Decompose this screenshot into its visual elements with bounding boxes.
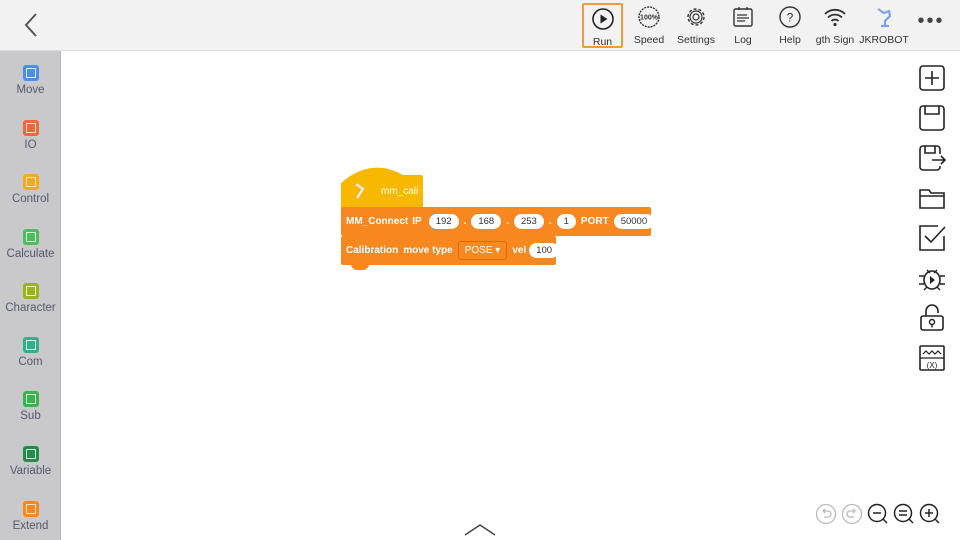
sidebar-label: Character <box>5 302 56 314</box>
wifi-icon <box>824 8 846 27</box>
gear-icon <box>687 8 705 26</box>
top-toolbar: Run 100% Speed Settings Log ? Help gth S… <box>0 0 960 51</box>
block-category-sidebar: Move IO Control Calculate Character Com … <box>0 51 61 540</box>
robot-arm-icon <box>877 8 892 28</box>
ip-octet-1-input[interactable]: 192 <box>428 214 459 229</box>
sidebar-item-character[interactable]: Character <box>0 283 61 314</box>
sidebar-label: Move <box>16 84 45 96</box>
save-as-button[interactable] <box>918 144 947 172</box>
calculate-icon <box>22 229 39 245</box>
sidebar-label: Extend <box>12 520 49 532</box>
com-icon <box>22 337 39 353</box>
lock-icon <box>920 304 944 331</box>
reset-zoom-button[interactable] <box>893 503 915 525</box>
connect-label: MM_Connect <box>346 216 409 227</box>
sidebar-item-control[interactable]: Control <box>0 174 61 205</box>
expand-up-chevron-icon[interactable] <box>463 523 497 537</box>
debug-icon <box>919 269 945 291</box>
ip-octet-3-input[interactable]: 253 <box>513 214 544 229</box>
check-button[interactable] <box>918 224 946 252</box>
mm-connect-block[interactable]: MM_Connect IP 192. 168. 253. 1 PORT 5000… <box>341 207 655 236</box>
robot-button[interactable]: JKROBOT <box>859 3 909 48</box>
control-icon <box>22 174 39 190</box>
sidebar-item-io[interactable]: IO <box>0 120 61 151</box>
add-button[interactable] <box>918 64 946 92</box>
sidebar-item-calculate[interactable]: Calculate <box>0 229 61 260</box>
hat-block-mm-cali[interactable]: mm_cali <box>341 175 423 207</box>
sidebar-item-sub[interactable]: Sub <box>0 391 61 422</box>
sidebar-label: IO <box>24 139 37 151</box>
zoom-in-button[interactable] <box>919 503 941 525</box>
ip-octet-4-input[interactable]: 1 <box>556 214 576 229</box>
sidebar-label: Calculate <box>6 248 55 260</box>
redo-button[interactable] <box>841 503 863 525</box>
port-label: PORT <box>580 216 609 227</box>
vel-input[interactable]: 100 <box>529 243 560 258</box>
robot-label: JKROBOT <box>859 34 909 46</box>
play-icon <box>591 8 614 30</box>
vel-label: vel <box>512 245 527 256</box>
svg-text:(X): (X) <box>927 361 938 370</box>
sidebar-item-move[interactable]: Move <box>0 65 61 96</box>
sidebar-label: Control <box>11 193 50 205</box>
sidebar-label: Variable <box>9 465 52 477</box>
save-button[interactable] <box>918 104 946 132</box>
help-icon: ? <box>779 6 801 28</box>
variable-icon <box>22 446 39 462</box>
save-icon <box>919 105 945 131</box>
checklist-icon <box>919 225 946 251</box>
move-type-dropdown[interactable]: POSE ▾ <box>457 241 508 260</box>
open-button[interactable] <box>918 184 946 212</box>
port-input[interactable]: 50000 <box>613 214 655 229</box>
back-button[interactable] <box>18 10 46 40</box>
extend-icon <box>22 501 39 517</box>
hat-block-label: mm_cali <box>381 185 419 197</box>
sidebar-item-com[interactable]: Com <box>0 337 61 368</box>
sidebar-label: Com <box>18 356 43 368</box>
io-icon <box>22 120 39 136</box>
more-icon: ••• <box>917 10 945 32</box>
calibration-label: Calibration <box>346 245 399 256</box>
variable-monitor-button[interactable]: (X) <box>918 344 946 372</box>
variable-monitor-icon: (X) <box>919 345 945 371</box>
signal-button[interactable]: gth Sign <box>813 3 857 48</box>
calibration-block[interactable]: Calibration move type POSE ▾ vel 100 <box>341 236 560 265</box>
ip-octet-2-input[interactable]: 168 <box>471 214 502 229</box>
svg-text:?: ? <box>787 11 794 25</box>
sidebar-item-extend[interactable]: Extend <box>0 501 61 532</box>
dropdown-arrow-icon: ▾ <box>495 245 501 256</box>
sidebar-item-variable[interactable]: Variable <box>0 446 61 477</box>
move-type-label: move type <box>403 245 453 256</box>
zoom-out-button[interactable] <box>867 503 889 525</box>
debug-button[interactable] <box>918 264 946 292</box>
ip-label: IP <box>412 216 422 227</box>
add-icon <box>919 65 945 91</box>
undo-button[interactable] <box>815 503 837 525</box>
save-as-icon <box>919 145 947 171</box>
speed-icon: 100% <box>638 6 660 28</box>
log-icon <box>733 7 753 27</box>
open-folder-icon <box>919 189 945 209</box>
svg-text:100%: 100% <box>640 15 659 22</box>
lock-button[interactable] <box>918 304 946 332</box>
more-button[interactable]: ••• <box>909 10 953 55</box>
sidebar-label: Sub <box>20 410 41 422</box>
workspace-canvas[interactable] <box>61 51 960 540</box>
move-type-value: POSE <box>464 245 493 256</box>
move-icon <box>22 65 39 81</box>
sub-icon <box>22 391 39 407</box>
robot-arm-icon <box>355 182 365 199</box>
character-icon <box>22 283 39 299</box>
